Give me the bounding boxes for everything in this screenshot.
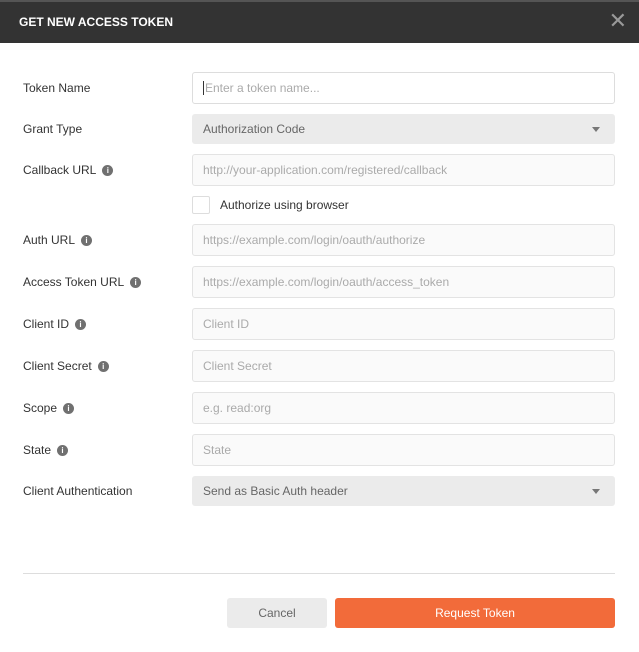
client-auth-select[interactable]: Send as Basic Auth header: [192, 476, 615, 506]
grant-type-label: Grant Type: [23, 121, 82, 137]
authorize-browser-checkbox[interactable]: [192, 196, 210, 214]
placeholder: Enter a token name...: [205, 81, 320, 95]
dialog-title: GET NEW ACCESS TOKEN: [19, 15, 174, 29]
dialog-header: GET NEW ACCESS TOKEN ✕: [0, 0, 639, 43]
label-text: Scope: [23, 401, 58, 415]
access-token-url-label: Access Token URL i: [23, 274, 142, 290]
client-secret-label: Client Secret i: [23, 358, 109, 374]
placeholder: https://example.com/login/oauth/authoriz…: [203, 233, 426, 247]
scope-label: Scope i: [23, 400, 75, 416]
state-input[interactable]: State: [192, 434, 615, 466]
info-icon[interactable]: i: [75, 318, 87, 330]
info-icon[interactable]: i: [81, 234, 93, 246]
info-icon[interactable]: i: [57, 444, 69, 456]
client-id-label: Client ID i: [23, 316, 87, 332]
token-name-input[interactable]: Enter a token name...: [192, 72, 615, 104]
close-icon[interactable]: ✕: [609, 10, 627, 32]
client-secret-input[interactable]: Client Secret: [192, 350, 615, 382]
request-token-button[interactable]: Request Token: [335, 598, 615, 628]
token-name-label: Token Name: [23, 80, 90, 96]
chevron-down-icon: [592, 127, 600, 132]
placeholder: State: [203, 443, 232, 457]
authorize-browser-label[interactable]: Authorize using browser: [220, 198, 349, 212]
selected-value: Authorization Code: [203, 122, 306, 136]
state-label: State i: [23, 442, 69, 458]
scope-input[interactable]: e.g. read:org: [192, 392, 615, 424]
label-text: State: [23, 443, 52, 457]
info-icon[interactable]: i: [63, 402, 75, 414]
label-text: Callback URL: [23, 163, 97, 177]
selected-value: Send as Basic Auth header: [203, 484, 348, 498]
placeholder: Client Secret: [203, 359, 272, 373]
placeholder: Client ID: [203, 317, 250, 331]
placeholder: http://your-application.com/registered/c…: [203, 163, 448, 177]
callback-url-label: Callback URL i: [23, 162, 114, 178]
chevron-down-icon: [592, 489, 600, 494]
label-text: Auth URL: [23, 233, 76, 247]
placeholder: https://example.com/login/oauth/access_t…: [203, 275, 450, 289]
grant-type-select[interactable]: Authorization Code: [192, 114, 615, 144]
auth-url-label: Auth URL i: [23, 232, 93, 248]
label-text: Grant Type: [23, 122, 83, 136]
label-text: Client Secret: [23, 359, 92, 373]
access-token-url-input[interactable]: https://example.com/login/oauth/access_t…: [192, 266, 615, 298]
placeholder: e.g. read:org: [203, 401, 272, 415]
label-text: Token Name: [23, 81, 91, 95]
label-text: Client ID: [23, 317, 70, 331]
text-cursor: [203, 81, 204, 95]
auth-url-input[interactable]: https://example.com/login/oauth/authoriz…: [192, 224, 615, 256]
label-text: Access Token URL: [23, 275, 125, 289]
client-auth-label: Client Authentication: [23, 483, 132, 499]
cancel-button[interactable]: Cancel: [227, 598, 327, 628]
label-text: Client Authentication: [23, 484, 133, 498]
info-icon[interactable]: i: [97, 360, 109, 372]
info-icon[interactable]: i: [130, 276, 142, 288]
divider: [23, 573, 615, 574]
info-icon[interactable]: i: [102, 164, 114, 176]
callback-url-input[interactable]: http://your-application.com/registered/c…: [192, 154, 615, 186]
client-id-input[interactable]: Client ID: [192, 308, 615, 340]
